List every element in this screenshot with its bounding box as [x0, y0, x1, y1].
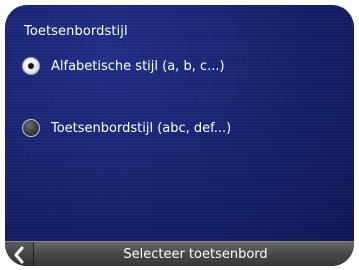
- device-frame: Toetsenbordstijl Alfabetische stijl (a, …: [0, 0, 359, 270]
- chevron-left-icon: [14, 246, 24, 263]
- radio-selected-icon[interactable]: [22, 57, 40, 75]
- radio-unselected-icon[interactable]: [22, 119, 40, 137]
- option-label: Toetsenbordstijl (abc, def...): [51, 120, 232, 136]
- back-button[interactable]: [5, 242, 34, 266]
- option-alphabetic-style[interactable]: Alfabetische stijl (a, b, c...): [22, 53, 225, 79]
- bottom-bar-title: Selecteer toetsenbord: [123, 247, 268, 262]
- screen-title: Toetsenbordstijl: [24, 24, 128, 39]
- screen: Toetsenbordstijl Alfabetische stijl (a, …: [5, 5, 354, 266]
- bottom-bar: Selecteer toetsenbord: [5, 241, 354, 266]
- option-keyboard-style[interactable]: Toetsenbordstijl (abc, def...): [22, 115, 231, 141]
- option-label: Alfabetische stijl (a, b, c...): [51, 58, 225, 74]
